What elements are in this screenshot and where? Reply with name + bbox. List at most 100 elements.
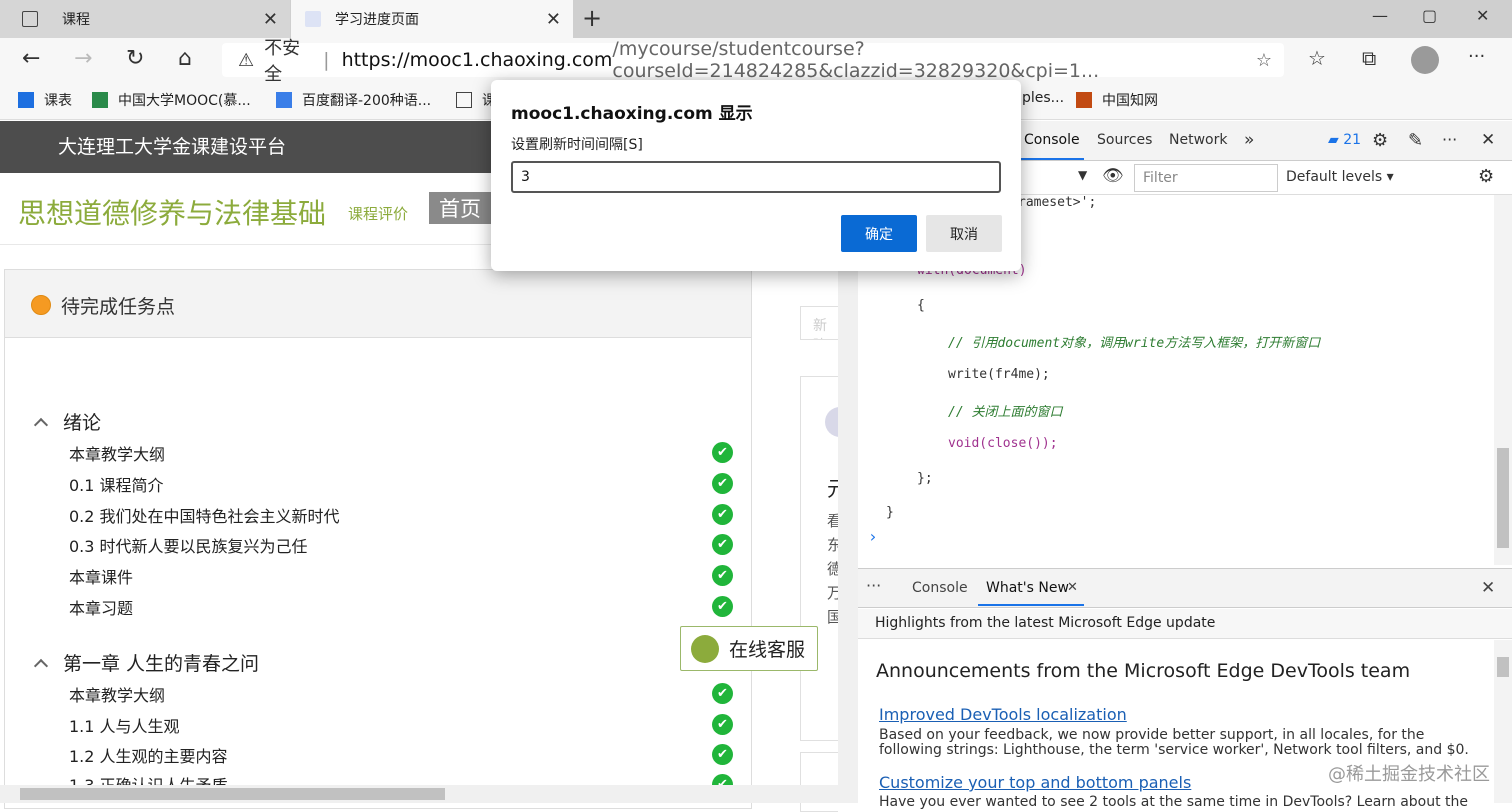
- code-line: void(close());: [948, 436, 1058, 451]
- list-item[interactable]: 本章教学大纲: [69, 441, 165, 465]
- course-review-link[interactable]: 课程评价: [348, 203, 408, 224]
- close-tab-icon[interactable]: ✕: [1067, 580, 1078, 595]
- collections-icon[interactable]: ⧉: [1362, 46, 1376, 70]
- bookmark-label: 中国大学MOOC(慕...: [118, 93, 251, 109]
- list-item[interactable]: 本章习题: [69, 595, 133, 619]
- bookmark-item[interactable]: ples...: [1022, 90, 1064, 106]
- dialog-title: mooc1.chaoxing.com 显示: [511, 104, 753, 124]
- close-tab-icon[interactable]: ✕: [546, 9, 561, 30]
- more-menu-icon[interactable]: ···: [1468, 46, 1485, 67]
- console-prompt[interactable]: ›: [868, 527, 878, 546]
- chapter-heading[interactable]: 第一章 人生的青春之问: [33, 649, 259, 676]
- online-service-button[interactable]: 在线客服: [680, 626, 818, 671]
- bookmark-item[interactable]: 课: [456, 90, 496, 110]
- dialog-message: 设置刷新时间间隔[S]: [511, 137, 643, 153]
- tab-sources[interactable]: Sources: [1097, 132, 1152, 148]
- feedback-icon[interactable]: ✎: [1408, 130, 1423, 151]
- list-item[interactable]: 0.1 课程简介: [69, 472, 164, 496]
- bookmark-label: 课表: [44, 93, 72, 109]
- tab-console[interactable]: Console: [1024, 132, 1080, 148]
- page-icon: [22, 11, 38, 27]
- forward-icon[interactable]: →: [74, 46, 92, 71]
- issues-badge[interactable]: ▰ 21: [1328, 132, 1361, 148]
- scrollbar-thumb[interactable]: [1497, 448, 1509, 548]
- code-line: rameset>';: [1018, 195, 1097, 210]
- refresh-icon[interactable]: ↻: [126, 46, 144, 71]
- chevron-up-icon[interactable]: [33, 417, 49, 432]
- settings-gear-icon[interactable]: ⚙: [1372, 130, 1388, 151]
- minimize-button[interactable]: —: [1372, 6, 1388, 25]
- platform-name[interactable]: 大连理工大学金课建设平台: [58, 132, 286, 159]
- page-icon: [456, 92, 472, 108]
- issues-count: 21: [1343, 132, 1362, 148]
- security-label[interactable]: 不安全: [264, 34, 311, 86]
- right-card: [800, 752, 838, 812]
- favorites-icon[interactable]: ☆: [1308, 46, 1326, 70]
- check-icon: ✔: [712, 683, 733, 704]
- tab-network[interactable]: Network: [1169, 132, 1227, 148]
- course-title: 思想道德修养与法律基础: [18, 197, 327, 230]
- code-line: // 关闭上面的窗口: [948, 405, 1063, 420]
- bookmark-item[interactable]: 中国知网: [1076, 90, 1158, 110]
- list-item[interactable]: 1.2 人生观的主要内容: [69, 743, 228, 767]
- close-window-button[interactable]: ✕: [1476, 6, 1489, 25]
- chevron-up-icon[interactable]: [33, 658, 49, 673]
- warning-icon[interactable]: ⚠: [238, 50, 254, 71]
- scrollbar-thumb[interactable]: [1497, 657, 1509, 677]
- list-item[interactable]: 0.3 时代新人要以民族复兴为己任: [69, 533, 308, 557]
- check-icon: ✔: [712, 714, 733, 735]
- ok-button[interactable]: 确定: [841, 215, 917, 252]
- code-line: }: [886, 505, 894, 520]
- drawer-tab-whats-new[interactable]: What's New: [986, 580, 1069, 596]
- close-drawer-icon[interactable]: ✕: [1481, 578, 1495, 598]
- scrollbar-thumb[interactable]: [20, 788, 445, 800]
- home-icon[interactable]: ⌂: [178, 46, 192, 71]
- chapter-heading[interactable]: 绪论: [33, 408, 101, 435]
- browser-tab-courses[interactable]: 课程 ✕: [0, 0, 290, 38]
- eye-icon[interactable]: 👁: [1102, 166, 1124, 186]
- refresh-interval-input[interactable]: 3: [511, 161, 1001, 193]
- list-item[interactable]: 本章课件: [69, 564, 133, 588]
- list-item[interactable]: 0.2 我们处在中国特色社会主义新时代: [69, 503, 340, 527]
- new-tab-button[interactable]: +: [582, 4, 602, 32]
- active-tab-indicator: [978, 604, 1084, 606]
- bookmark-label: 百度翻译-200种语...: [302, 93, 432, 109]
- drawer-menu-icon[interactable]: ···: [866, 576, 881, 595]
- more-tabs-icon[interactable]: »: [1244, 130, 1254, 150]
- home-tab-button[interactable]: 首页: [429, 192, 491, 224]
- article-link[interactable]: Customize your top and bottom panels: [879, 773, 1191, 792]
- code-line: {: [917, 298, 925, 313]
- filter-input[interactable]: Filter: [1134, 164, 1278, 192]
- right-search-input[interactable]: 新建: [800, 306, 838, 340]
- browser-tab-progress[interactable]: 学习进度页面 ✕: [291, 0, 573, 38]
- context-dropdown-icon[interactable]: ▼: [1078, 168, 1087, 182]
- article-link[interactable]: Improved DevTools localization: [879, 705, 1127, 724]
- check-icon: ✔: [712, 565, 733, 586]
- bookmark-label: 中国知网: [1102, 93, 1158, 109]
- active-tab-indicator: [1016, 158, 1084, 160]
- console-settings-gear-icon[interactable]: ⚙: [1478, 166, 1494, 187]
- bookmark-item[interactable]: 中国大学MOOC(慕...: [92, 90, 251, 110]
- cancel-button[interactable]: 取消: [926, 215, 1002, 252]
- code-line: // 引用document对象，调用write方法写入框架，打开新窗口: [948, 336, 1321, 351]
- address-bar[interactable]: ⚠ 不安全 | https://mooc1.chaoxing.com /myco…: [222, 38, 1284, 85]
- tab-title: 学习进度页面: [335, 12, 419, 28]
- close-tab-icon[interactable]: ✕: [263, 9, 278, 30]
- maximize-button[interactable]: ▢: [1422, 6, 1437, 25]
- bookmark-icon: [1076, 92, 1092, 108]
- bookmark-item[interactable]: 百度翻译-200种语...: [276, 90, 431, 110]
- bookmark-item[interactable]: 课表: [18, 90, 72, 110]
- check-icon: ✔: [712, 534, 733, 555]
- back-icon[interactable]: ←: [22, 46, 40, 71]
- check-icon: ✔: [712, 596, 733, 617]
- pending-dot-icon: [31, 295, 51, 315]
- list-item[interactable]: 本章教学大纲: [69, 682, 165, 706]
- profile-avatar[interactable]: [1411, 46, 1439, 74]
- more-options-icon[interactable]: ···: [1442, 130, 1457, 149]
- favorite-star-icon[interactable]: ☆: [1256, 50, 1272, 71]
- log-levels-dropdown[interactable]: Default levels ▾: [1286, 169, 1394, 185]
- close-devtools-icon[interactable]: ✕: [1481, 130, 1495, 150]
- drawer-tab-console[interactable]: Console: [912, 580, 968, 596]
- list-item[interactable]: 1.1 人与人生观: [69, 713, 180, 737]
- highlights-text: Highlights from the latest Microsoft Edg…: [875, 615, 1216, 631]
